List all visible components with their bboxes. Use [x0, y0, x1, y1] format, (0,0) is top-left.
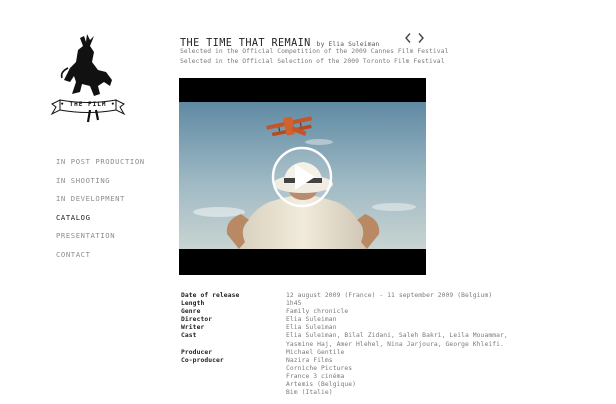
detail-value: Elia Suleiman — [286, 324, 337, 332]
selection-cannes: Selected in the Official Competition of … — [180, 48, 449, 55]
detail-value: Nazira Films — [286, 356, 333, 364]
detail-row-co-producer: Co-producer Nazira Films Corniche Pictur… — [181, 357, 601, 397]
next-film-button[interactable] — [416, 32, 426, 44]
detail-row-cast: Cast Elia Suleiman, Bilal Zidani, Saleh … — [181, 332, 601, 348]
chevron-left-icon — [405, 33, 411, 43]
logo-figure-icon — [50, 34, 126, 123]
detail-value: 1h45 — [286, 300, 302, 308]
detail-row-director: Director Elia Suleiman — [181, 316, 601, 324]
play-button[interactable] — [271, 146, 333, 208]
detail-label: Writer — [181, 324, 205, 332]
detail-value: Yasmine Haj, Amer Hlehel, Nina Jarjoura,… — [286, 340, 504, 348]
detail-value: Michael Gentile — [286, 348, 345, 356]
detail-value: 12 august 2009 (France) - 11 september 2… — [286, 292, 493, 299]
nav-item-presentation[interactable]: PRESENTATION — [56, 230, 145, 249]
detail-label: Producer — [181, 348, 213, 356]
nav-item-catalog[interactable]: CATALOG — [56, 212, 145, 231]
detail-value: France 3 cinéma — [286, 372, 345, 380]
nav-item-contact[interactable]: CONTACT — [56, 249, 145, 268]
festival-selections: Selected in the Official Competition of … — [180, 47, 448, 66]
nav-item-in-shooting[interactable]: IN SHOOTING — [56, 175, 145, 194]
nav-item-in-post-production[interactable]: IN POST PRODUCTION — [56, 156, 145, 175]
detail-row-length: Length 1h45 — [181, 300, 601, 308]
selection-toronto: Selected in the Official Selection of th… — [180, 57, 445, 65]
detail-row-writer: Writer Elia Suleiman — [181, 324, 601, 332]
play-icon — [271, 146, 333, 208]
detail-row-date-of-release: Date of release 12 august 2009 (France) … — [181, 292, 601, 300]
logo-text: • THE FILM • — [60, 101, 116, 108]
detail-label: Length — [181, 300, 205, 308]
detail-row-producer: Producer Michael Gentile — [181, 349, 601, 357]
site-logo[interactable]: • THE FILM • — [50, 32, 126, 126]
detail-label: Cast — [181, 332, 197, 340]
detail-value: Family chronicle — [286, 308, 349, 316]
film-details: Date of release 12 august 2009 (France) … — [181, 292, 601, 397]
detail-row-genre: Genre Family chronicle — [181, 308, 601, 316]
chevron-right-icon — [418, 33, 424, 43]
detail-value: Elia Suleiman — [286, 316, 337, 324]
detail-label: Co-producer — [181, 356, 224, 364]
detail-value: Elia Suleiman, Bilal Zidani, Saleh Bakri… — [286, 332, 508, 340]
nav-item-in-development[interactable]: IN DEVELOPMENT — [56, 193, 145, 212]
detail-value: Bim (Italie) — [286, 389, 333, 397]
detail-label: Date of release — [181, 292, 240, 299]
detail-value: Corniche Pictures — [286, 364, 353, 372]
previous-film-button[interactable] — [403, 32, 413, 44]
main-navigation: IN POST PRODUCTION IN SHOOTING IN DEVELO… — [56, 156, 145, 268]
video-player[interactable] — [179, 78, 426, 275]
film-pager — [403, 32, 427, 44]
detail-value: Artemis (Belgique) — [286, 381, 357, 389]
